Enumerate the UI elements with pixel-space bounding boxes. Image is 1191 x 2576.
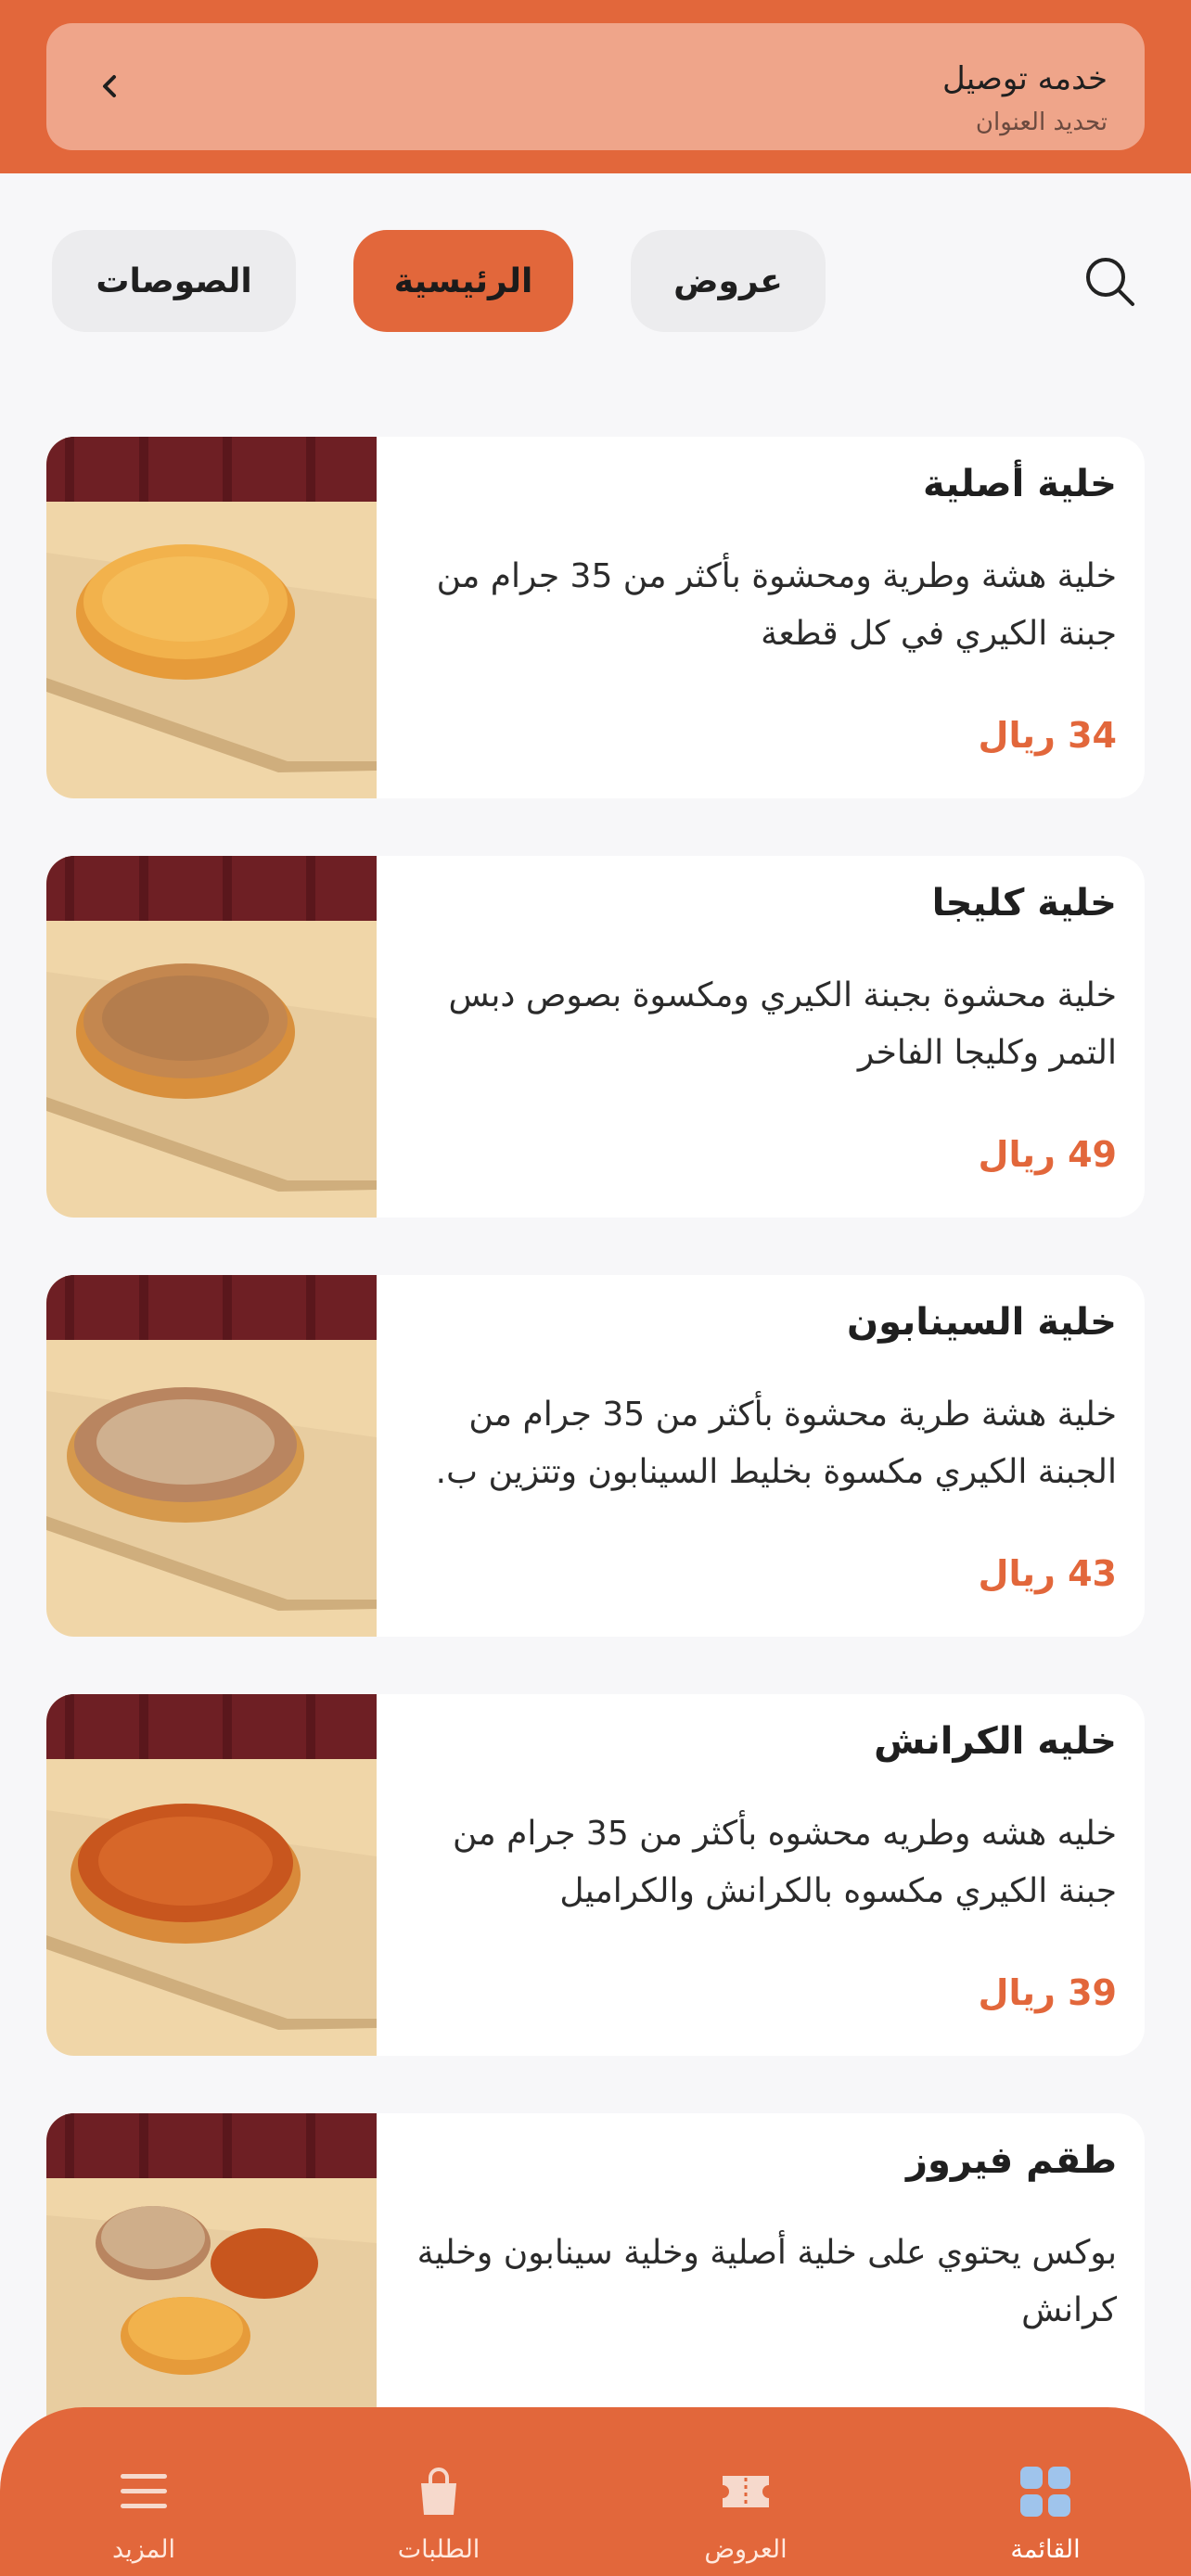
product-image [46, 856, 377, 1218]
product-description: خلية هشة طرية محشوة بأكثر من 35 جرام من … [435, 1396, 1117, 1491]
product-description: بوكس يحتوي على خلية أصلية وخلية سينابون … [416, 2234, 1117, 2329]
nav-more-label: المزيد [112, 2535, 175, 2564]
product-description: خلية هشة وطرية ومحشوة بأكثر من 35 جرام م… [436, 557, 1117, 653]
category-offers[interactable]: عروض [631, 230, 826, 332]
product-card[interactable]: خلية السينابون خلية هشة طرية محشوة بأكثر… [46, 1275, 1145, 1637]
nav-more[interactable]: المزيد [42, 2407, 246, 2576]
shopping-bag-icon [412, 2465, 466, 2519]
product-title: خلية أصلية [923, 463, 1117, 505]
bottom-navigation: القائمة العروض الطلبات المزيد [0, 2407, 1191, 2576]
product-description: خلية محشوة بجبنة الكيري ومكسوة بصوص دبس … [448, 976, 1117, 1072]
delivery-address-card[interactable]: خدمه توصيل تحديد العنوان [46, 23, 1145, 150]
product-price: 39 ريال [978, 1972, 1117, 2013]
delivery-title: خدمه توصيل [941, 60, 1108, 97]
nav-menu-label: القائمة [1010, 2535, 1081, 2564]
grid-icon [1018, 2465, 1072, 2519]
product-card[interactable]: خلية أصلية خلية هشة وطرية ومحشوة بأكثر م… [46, 437, 1145, 798]
product-image [46, 1694, 377, 2056]
product-title: خليه الكرانش [874, 1720, 1117, 1763]
ticket-icon [719, 2465, 773, 2519]
chevron-left-icon[interactable] [89, 66, 130, 107]
product-card[interactable]: خليه الكرانش خليه هشه وطريه محشوه بأكثر … [46, 1694, 1145, 2056]
nav-menu[interactable]: القائمة [943, 2407, 1147, 2576]
delivery-address-subtitle: تحديد العنوان [975, 108, 1108, 136]
product-image [46, 437, 377, 798]
product-title: خلية السينابون [846, 1301, 1117, 1344]
search-icon[interactable] [1081, 252, 1138, 310]
category-sauces[interactable]: الصوصات [52, 230, 296, 332]
category-home[interactable]: الرئيسية [353, 230, 573, 332]
product-price: 34 ريال [978, 715, 1117, 756]
product-card[interactable]: خلية كليجا خلية محشوة بجبنة الكيري ومكسو… [46, 856, 1145, 1218]
menu-icon [117, 2465, 171, 2519]
product-price: 49 ريال [978, 1134, 1117, 1175]
nav-orders-label: الطلبات [397, 2535, 480, 2564]
product-description: خليه هشه وطريه محشوه بأكثر من 35 جرام من… [452, 1815, 1117, 1910]
product-image [46, 1275, 377, 1637]
product-title: خلية كليجا [931, 882, 1117, 925]
nav-orders[interactable]: الطلبات [337, 2407, 541, 2576]
top-bar: خدمه توصيل تحديد العنوان [0, 0, 1191, 173]
nav-offers[interactable]: العروض [644, 2407, 848, 2576]
nav-offers-label: العروض [704, 2535, 788, 2564]
product-price: 43 ريال [978, 1553, 1117, 1594]
product-title: طقم فيروز [905, 2139, 1117, 2182]
